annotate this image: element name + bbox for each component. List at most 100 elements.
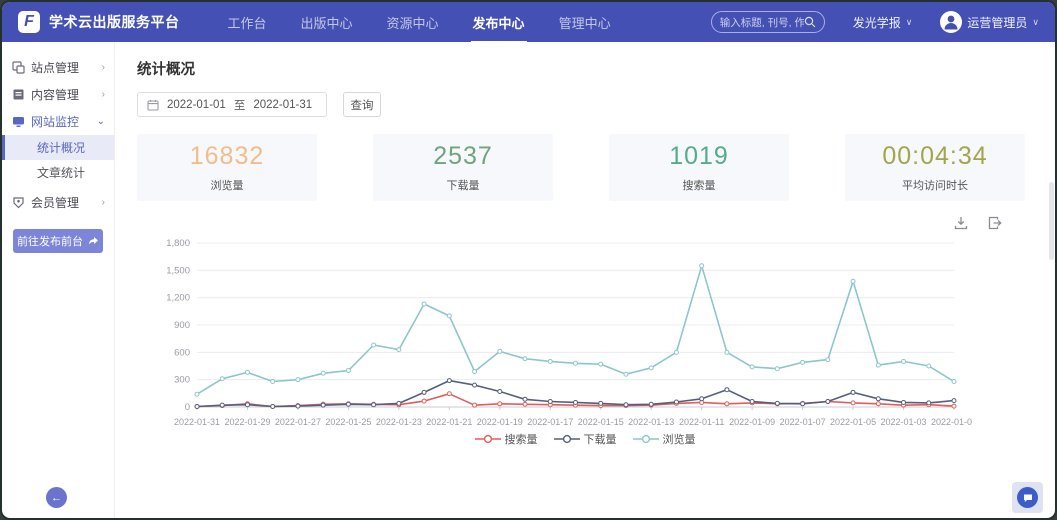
- svg-text:2022-01-11: 2022-01-11: [679, 417, 724, 427]
- date-start-value[interactable]: 2022-01-01: [167, 99, 226, 111]
- sidebar-subitem-article-statistics[interactable]: 文章统计: [2, 160, 114, 185]
- avatar: [940, 11, 962, 33]
- sidebar-subitem-statistics-overview[interactable]: 统计概况: [2, 135, 114, 160]
- date-separator: 至: [234, 97, 246, 113]
- user-menu[interactable]: 运营管理员 ∨: [940, 11, 1039, 33]
- sidebar-item-label: 内容管理: [31, 86, 79, 103]
- sidebar-item-site-monitoring[interactable]: 网站监控 ⌄: [2, 108, 114, 135]
- calendar-icon: [147, 99, 159, 111]
- date-end-value[interactable]: 2022-01-31: [253, 99, 312, 111]
- svg-text:2022-01-03: 2022-01-03: [881, 417, 927, 427]
- nav-item-publishing-center[interactable]: 出版中心: [299, 2, 355, 43]
- query-button[interactable]: 查询: [343, 92, 381, 117]
- svg-text:2022-01-09: 2022-01-09: [729, 417, 775, 427]
- stat-label: 下载量: [447, 177, 480, 193]
- svg-text:2022-01-25: 2022-01-25: [325, 417, 371, 427]
- svg-text:0: 0: [185, 402, 190, 413]
- search-input[interactable]: 输入标题, 刊号, 作者: [711, 11, 825, 33]
- sidebar-item-label: 网站监控: [31, 113, 79, 130]
- svg-text:2022-01-07: 2022-01-07: [780, 417, 826, 427]
- chat-bubble-icon: [1017, 487, 1038, 508]
- stat-value: 2537: [433, 142, 493, 171]
- stat-label: 搜索量: [683, 177, 716, 193]
- svg-text:2022-01-31: 2022-01-31: [174, 417, 220, 427]
- sidebar-item-site-management[interactable]: 站点管理 ›: [2, 54, 114, 81]
- svg-text:1,200: 1,200: [166, 293, 190, 304]
- svg-text:2022-01-15: 2022-01-15: [578, 417, 624, 427]
- nav-item-resource-center[interactable]: 资源中心: [385, 2, 441, 43]
- nav-item-release-center[interactable]: 发布中心: [471, 2, 527, 43]
- filter-row: 2022-01-01 至 2022-01-31 查询: [137, 92, 1033, 117]
- go-to-frontend-button[interactable]: 前往发布前台: [13, 229, 103, 253]
- app-window: F 学术云出版服务平台 工作台 出版中心 资源中心 发布中心 管理中心 输入标题…: [0, 0, 1057, 520]
- site-icon: [11, 61, 25, 75]
- download-icon[interactable]: [953, 215, 969, 231]
- svg-text:2022-01-01: 2022-01-01: [931, 417, 972, 427]
- svg-text:2022-01-05: 2022-01-05: [830, 417, 876, 427]
- chevron-down-icon: ∨: [906, 17, 913, 28]
- monitor-icon: [11, 115, 25, 129]
- journal-select-label: 发光学报: [853, 14, 901, 31]
- scrollbar[interactable]: [1049, 182, 1054, 260]
- stat-value: 00:04:34: [882, 142, 987, 171]
- chevron-right-icon: ›: [102, 62, 105, 73]
- sidebar-subitem-label: 文章统计: [37, 164, 85, 181]
- search-icon: [804, 16, 816, 28]
- svg-text:2022-01-27: 2022-01-27: [275, 417, 321, 427]
- sidebar-item-member-management[interactable]: 会员管理 ›: [2, 189, 114, 216]
- chart-canvas[interactable]: 0 300 600 900 1,200 1,500 1,800 2022-01-31 2022-…: [137, 233, 1033, 431]
- legend-label: 浏览量: [663, 431, 696, 447]
- legend-item[interactable]: 下载量: [554, 431, 617, 447]
- legend-item[interactable]: 浏览量: [633, 431, 696, 447]
- legend-label: 下载量: [584, 431, 617, 447]
- nav-item-admin-center[interactable]: 管理中心: [557, 2, 613, 43]
- stat-value: 16832: [190, 142, 265, 171]
- go-to-frontend-label: 前往发布前台: [17, 233, 83, 249]
- svg-text:600: 600: [174, 347, 190, 358]
- member-icon: [11, 196, 25, 210]
- svg-text:2022-01-19: 2022-01-19: [477, 417, 523, 427]
- stat-label: 浏览量: [211, 177, 244, 193]
- content-icon: [11, 88, 25, 102]
- legend-marker-icon: [475, 434, 501, 444]
- help-widget-button[interactable]: [1012, 482, 1043, 513]
- brand-logo-icon: F: [18, 11, 40, 33]
- date-range-picker[interactable]: 2022-01-01 至 2022-01-31: [137, 92, 327, 117]
- line-chart[interactable]: 0 300 600 900 1,200 1,500 1,800 2022-01-31 2022-…: [137, 233, 1033, 447]
- legend-marker-icon: [633, 434, 659, 444]
- chevron-right-icon: ›: [102, 197, 105, 208]
- svg-text:300: 300: [174, 375, 190, 386]
- svg-text:2022-01-23: 2022-01-23: [376, 417, 422, 427]
- arrow-left-icon: ←: [51, 492, 62, 504]
- legend-item[interactable]: 搜索量: [475, 431, 538, 447]
- search-placeholder: 输入标题, 刊号, 作者: [720, 15, 804, 30]
- sidebar-subitem-label: 统计概况: [37, 139, 85, 156]
- svg-text:1,800: 1,800: [166, 238, 190, 249]
- stat-label: 平均访问时长: [902, 177, 968, 193]
- svg-text:2022-01-21: 2022-01-21: [426, 417, 472, 427]
- export-icon[interactable]: [987, 215, 1003, 231]
- collapse-sidebar-button[interactable]: ←: [46, 487, 67, 508]
- top-navbar: F 学术云出版服务平台 工作台 出版中心 资源中心 发布中心 管理中心 输入标题…: [2, 2, 1055, 42]
- chevron-down-icon: ⌄: [97, 116, 105, 127]
- sidebar-item-label: 站点管理: [31, 59, 79, 76]
- nav-item-workbench[interactable]: 工作台: [226, 2, 269, 43]
- stat-card-avg-duration: 00:04:34 平均访问时长: [845, 134, 1025, 201]
- stat-card-pageviews: 16832 浏览量: [137, 134, 317, 201]
- user-icon: [940, 11, 962, 33]
- user-name: 运营管理员: [967, 14, 1027, 31]
- primary-nav: 工作台 出版中心 资源中心 发布中心 管理中心: [226, 2, 613, 43]
- svg-text:1,500: 1,500: [166, 265, 190, 276]
- stat-value: 1019: [669, 142, 729, 171]
- journal-select[interactable]: 发光学报 ∨: [853, 14, 913, 31]
- page-title: 统计概况: [137, 58, 1033, 79]
- chevron-right-icon: ›: [102, 89, 105, 100]
- svg-text:2022-01-17: 2022-01-17: [527, 417, 573, 427]
- sidebar: 站点管理 › 内容管理 › 网站监控 ⌄ 统计概况 文章统计 会员管理: [2, 42, 115, 518]
- chevron-down-icon: ∨: [1032, 17, 1039, 28]
- app-title: 学术云出版服务平台: [49, 12, 180, 32]
- svg-text:900: 900: [174, 320, 190, 331]
- svg-text:2022-01-13: 2022-01-13: [628, 417, 674, 427]
- stat-cards: 16832 浏览量 2537 下载量 1019 搜索量 00:04:34 平均访…: [137, 134, 1033, 201]
- sidebar-item-content-management[interactable]: 内容管理 ›: [2, 81, 114, 108]
